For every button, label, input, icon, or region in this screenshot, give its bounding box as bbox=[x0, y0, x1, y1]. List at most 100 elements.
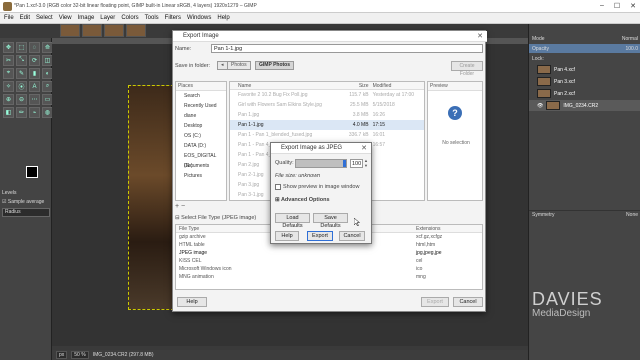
layer-item[interactable]: Pan 3.xcf bbox=[529, 76, 640, 87]
tool-icon[interactable]: ⦿ bbox=[16, 81, 27, 92]
add-bookmark-icon[interactable]: + bbox=[175, 203, 179, 210]
file-type-row[interactable]: Microsoft Windows icon ico bbox=[176, 265, 482, 273]
export-button[interactable]: Export bbox=[421, 297, 449, 307]
menu-image[interactable]: Image bbox=[78, 15, 95, 21]
layer-item[interactable]: Pan 2.xcf bbox=[529, 88, 640, 99]
place-os-drive[interactable]: OS (C:) bbox=[176, 131, 226, 141]
file-type-row[interactable]: JPEG image jpg,jpeg,jpe bbox=[176, 249, 482, 257]
tool-icon[interactable]: ▮ bbox=[29, 68, 40, 79]
tool-icon[interactable]: ⌁ bbox=[29, 107, 40, 118]
opacity-row[interactable]: Opacity 100.0 bbox=[529, 44, 640, 53]
tool-icon[interactable]: ⬚ bbox=[16, 42, 27, 53]
tool-icon[interactable]: ◌ bbox=[29, 42, 40, 53]
file-type-row[interactable]: MNG animation mng bbox=[176, 273, 482, 281]
quality-input[interactable]: 100 bbox=[350, 159, 363, 168]
quality-slider-handle[interactable] bbox=[343, 160, 346, 167]
cancel-button[interactable]: Cancel bbox=[453, 297, 483, 307]
file-row[interactable]: Pan 1.jpg 3.8 MB 16:26 bbox=[230, 110, 424, 120]
menu-help[interactable]: Help bbox=[217, 15, 229, 21]
tool-icon[interactable]: ✥ bbox=[3, 42, 14, 53]
place-search[interactable]: Search bbox=[176, 91, 226, 101]
place-desktop[interactable]: Desktop bbox=[176, 121, 226, 131]
advanced-options-expander[interactable]: ⊞ Advanced Options bbox=[275, 197, 330, 203]
quality-slider[interactable] bbox=[295, 159, 347, 168]
save-defaults-button[interactable]: Save Defaults bbox=[313, 213, 348, 229]
radius-field[interactable]: Radius bbox=[2, 208, 50, 217]
file-row[interactable]: Pan 1 - Pan 1_blended_fused.jpg 336.7 kB 1… bbox=[230, 130, 424, 140]
image-tab[interactable] bbox=[126, 24, 146, 37]
image-tab[interactable] bbox=[60, 24, 80, 37]
remove-bookmark-icon[interactable]: − bbox=[181, 203, 185, 210]
crumb-gimp-photos[interactable]: GIMP Photos bbox=[255, 61, 295, 70]
place-home[interactable]: diane bbox=[176, 111, 226, 121]
sample-average-checkbox[interactable]: ☑ Sample average bbox=[2, 199, 50, 205]
tool-icon[interactable]: ⋯ bbox=[29, 94, 40, 105]
place-pictures[interactable]: Pictures bbox=[176, 171, 226, 181]
tool-icon[interactable]: ⊕ bbox=[3, 94, 14, 105]
tool-icon[interactable]: ⤡ bbox=[16, 55, 27, 66]
jpeg-export-button[interactable]: Export bbox=[307, 231, 333, 241]
menu-filters[interactable]: Filters bbox=[165, 15, 181, 21]
select-file-type-expander[interactable]: ⊟ Select File Type (JPEG image) bbox=[175, 215, 256, 221]
zoom-select[interactable]: 50 % bbox=[71, 351, 89, 359]
mode-value[interactable]: Normal bbox=[622, 36, 638, 42]
show-preview-checkbox[interactable] bbox=[275, 184, 281, 190]
crumb-back-button[interactable]: ◂ bbox=[217, 61, 228, 70]
close-icon[interactable]: ✕ bbox=[361, 143, 367, 154]
tool-icon[interactable]: ⟳ bbox=[29, 55, 40, 66]
tool-icon[interactable]: ✏ bbox=[16, 107, 27, 118]
file-row[interactable]: Favorite 2 10.2 Bug Fix Poll.jpg 115.7 kB… bbox=[230, 90, 424, 100]
close-icon[interactable]: ✕ bbox=[477, 31, 483, 42]
place-data-drive[interactable]: DATA (D:) bbox=[176, 141, 226, 151]
mode-row[interactable]: Mode Normal bbox=[529, 34, 640, 43]
image-tab[interactable] bbox=[82, 24, 102, 37]
place-recent[interactable]: Recently Used bbox=[176, 101, 226, 111]
menu-colors[interactable]: Colors bbox=[121, 15, 138, 21]
close-icon[interactable]: ✕ bbox=[630, 2, 636, 10]
watermark-line1: DAVIES bbox=[532, 289, 603, 309]
show-preview-label: Show preview in image window bbox=[283, 184, 360, 190]
jpeg-cancel-button[interactable]: Cancel bbox=[339, 231, 365, 241]
file-row[interactable]: Pan 1-1.jpg 4.0 MB 17:15 bbox=[230, 120, 424, 130]
tool-icon[interactable]: ✎ bbox=[16, 68, 27, 79]
symmetry-value[interactable]: None bbox=[626, 212, 638, 218]
col-extensions[interactable]: Extensions bbox=[416, 225, 482, 232]
tool-icon[interactable]: ⌖ bbox=[3, 68, 14, 79]
create-folder-button[interactable]: Create Folder bbox=[451, 61, 483, 77]
crumb-photos[interactable]: Photos bbox=[227, 61, 251, 70]
help-button[interactable]: Help bbox=[177, 297, 207, 307]
opacity-value[interactable]: 100.0 bbox=[625, 46, 638, 52]
quality-spinner[interactable]: ▲ ▼ bbox=[364, 158, 368, 168]
menu-layer[interactable]: Layer bbox=[100, 15, 115, 21]
eye-icon[interactable]: 👁 bbox=[537, 103, 543, 109]
file-type-row[interactable]: KISS CEL cel bbox=[176, 257, 482, 265]
minimize-icon[interactable]: – bbox=[600, 2, 604, 10]
tool-icon[interactable]: ✂ bbox=[3, 55, 14, 66]
tool-icon[interactable]: ⊖ bbox=[16, 94, 27, 105]
menu-view[interactable]: View bbox=[59, 15, 72, 21]
maximize-icon[interactable]: ☐ bbox=[614, 2, 620, 10]
layer-item[interactable]: Pan 4.xcf bbox=[529, 64, 640, 75]
menu-file[interactable]: File bbox=[4, 15, 14, 21]
place-eos-drive[interactable]: EOS_DIGITAL (G:) bbox=[176, 151, 226, 169]
tool-icon[interactable]: A bbox=[29, 81, 40, 92]
col-name[interactable]: Name bbox=[230, 82, 347, 89]
file-row[interactable]: Girl with Flowers Sam Elkins Style.jpg 25… bbox=[230, 100, 424, 110]
filename-input[interactable]: Pan 1-1.jpg bbox=[211, 44, 483, 53]
image-layer-preview[interactable] bbox=[128, 85, 174, 310]
tool-icon[interactable]: ◧ bbox=[3, 107, 14, 118]
jpeg-help-button[interactable]: Help bbox=[275, 231, 299, 241]
load-defaults-button[interactable]: Load Defaults bbox=[275, 213, 310, 229]
foreground-color-swatch[interactable] bbox=[26, 166, 38, 178]
col-modified[interactable]: Modified bbox=[371, 82, 424, 89]
tool-icon[interactable]: ✧ bbox=[3, 81, 14, 92]
image-tab[interactable] bbox=[104, 24, 124, 37]
place-documents[interactable]: Documents bbox=[176, 161, 226, 171]
layer-item[interactable]: 👁 IMG_0234.CR2 bbox=[529, 100, 640, 111]
menu-windows[interactable]: Windows bbox=[187, 15, 211, 21]
col-size[interactable]: Size bbox=[347, 82, 371, 89]
unit-select[interactable]: px bbox=[56, 351, 68, 359]
menu-select[interactable]: Select bbox=[36, 15, 53, 21]
menu-tools[interactable]: Tools bbox=[145, 15, 159, 21]
menu-edit[interactable]: Edit bbox=[20, 15, 30, 21]
